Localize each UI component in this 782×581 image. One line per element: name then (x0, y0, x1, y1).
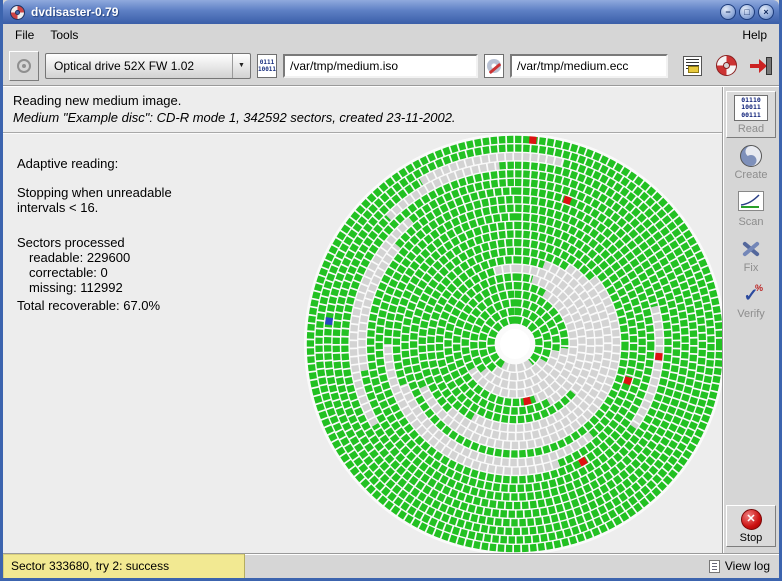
scan-label: Scan (738, 216, 763, 228)
stat-correctable: correctable: 0 (17, 265, 267, 280)
drive-combo[interactable]: Optical drive 52X FW 1.02 ▼ (45, 53, 251, 79)
menu-help[interactable]: Help (734, 25, 775, 45)
scan-button[interactable]: Scan (726, 187, 776, 231)
ecc-file-input[interactable] (510, 54, 668, 78)
titlebar[interactable]: dvdisaster-0.79 − □ × (3, 0, 779, 24)
verify-label: Verify (737, 308, 765, 320)
help-button[interactable] (713, 53, 739, 79)
status-message: Sector 333680, try 2: success (3, 554, 245, 578)
fix-label: Fix (744, 262, 759, 274)
image-file-icon-row: 0111 (258, 59, 276, 66)
content-row: Reading new medium image. Medium "Exampl… (3, 86, 779, 553)
drive-select-button[interactable] (9, 51, 39, 81)
menu-file[interactable]: File (7, 25, 42, 45)
chevron-down-icon: ▼ (232, 54, 250, 78)
sectors-processed-label: Sectors processed (17, 235, 267, 250)
adaptive-reading-label: Adaptive reading: (17, 156, 267, 171)
create-label: Create (734, 169, 767, 181)
action-sidebar: 01110 10011 00111 Read Create (722, 87, 779, 553)
image-file-icon: 0111 10011 (257, 54, 277, 78)
close-button[interactable]: × (758, 4, 774, 20)
view-log-label: View log (725, 559, 770, 573)
statusbar: Sector 333680, try 2: success View log (3, 553, 779, 578)
preferences-icon (683, 56, 702, 76)
read-label: Read (738, 123, 764, 135)
image-file-icon-row: 10011 (258, 66, 276, 73)
window-title: dvdisaster-0.79 (31, 5, 720, 19)
stop-x-glyph: ✕ (746, 514, 755, 525)
sector-map-disc (301, 134, 722, 553)
exit-arrow-icon (748, 56, 772, 76)
minimize-icon: − (725, 8, 730, 17)
app-icon (10, 5, 25, 20)
chart-icon (738, 191, 764, 214)
checkmark-icon: ✓ % (738, 284, 764, 306)
minimize-button[interactable]: − (720, 4, 736, 20)
preferences-button[interactable] (679, 53, 705, 79)
menu-tools[interactable]: Tools (42, 25, 86, 45)
toolbar: Optical drive 52X FW 1.02 ▼ 0111 10011 (3, 46, 779, 86)
percent-glyph: % (755, 283, 763, 293)
reading-stats: Adaptive reading: Stopping when unreadab… (17, 156, 267, 313)
stat-total-recoverable: Total recoverable: 67.0% (17, 298, 267, 313)
close-icon: × (763, 8, 768, 17)
verify-button[interactable]: ✓ % Verify (726, 280, 776, 323)
stop-icon: ✕ (741, 509, 762, 530)
binary-digits-icon: 01110 10011 00111 (734, 95, 768, 121)
view-log-button[interactable]: View log (700, 554, 779, 578)
app-window: dvdisaster-0.79 − □ × File Tools Help Op… (0, 0, 782, 581)
reading-area: Adaptive reading: Stopping when unreadab… (3, 134, 722, 553)
life-preserver-icon (716, 55, 737, 76)
stat-readable: readable: 229600 (17, 250, 267, 265)
quit-button[interactable] (747, 53, 773, 79)
exit-door (766, 57, 772, 75)
image-file-input[interactable] (283, 54, 478, 78)
maximize-button[interactable]: □ (739, 4, 755, 20)
menubar: File Tools Help (3, 24, 779, 46)
life-preserver-hole (723, 62, 730, 69)
stat-missing: missing: 112992 (17, 280, 267, 295)
drive-icon (17, 59, 31, 73)
status-heading: Reading new medium image. (13, 92, 712, 109)
read-button[interactable]: 01110 10011 00111 Read (726, 91, 776, 138)
drive-combo-value: Optical drive 52X FW 1.02 (46, 59, 232, 73)
main-panel: Reading new medium image. Medium "Exampl… (3, 87, 722, 553)
spacer (17, 215, 267, 235)
maximize-icon: □ (744, 8, 749, 17)
yin-yang-lobe (746, 155, 757, 166)
stop-condition-line1: Stopping when unreadable (17, 185, 267, 200)
fix-button[interactable]: Fix (726, 234, 776, 277)
window-controls: − □ × (720, 4, 774, 20)
create-button[interactable]: Create (726, 141, 776, 184)
ecc-file-icon (484, 54, 504, 78)
log-icon (709, 560, 720, 573)
stop-condition-line2: intervals < 16. (17, 200, 267, 215)
info-area: Reading new medium image. Medium "Exampl… (3, 87, 722, 132)
tools-icon (739, 238, 763, 260)
stop-button[interactable]: ✕ Stop (726, 505, 776, 547)
medium-info: Medium "Example disc": CD-R mode 1, 3425… (13, 109, 712, 126)
toolbar-right-group (679, 53, 773, 79)
binary-row: 00111 (741, 112, 761, 120)
stop-label: Stop (740, 532, 763, 544)
yin-yang-icon (740, 145, 762, 167)
